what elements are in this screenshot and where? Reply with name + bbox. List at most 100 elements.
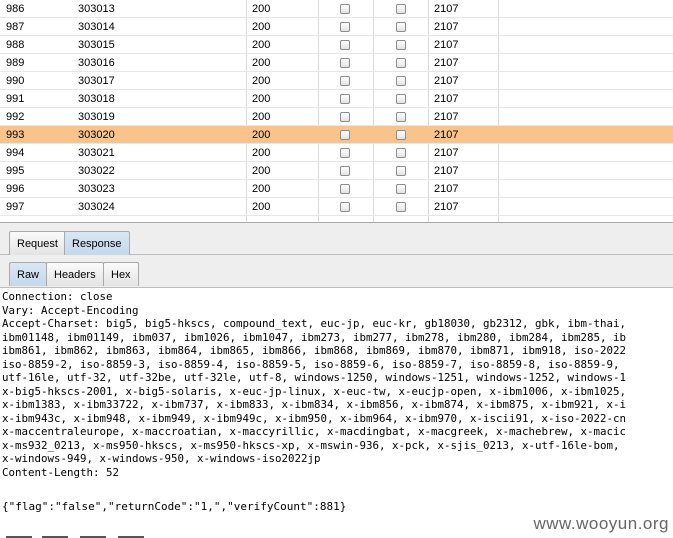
checkbox-icon bbox=[396, 112, 406, 122]
checkbox-icon bbox=[396, 4, 406, 14]
status-cell: 200 bbox=[252, 21, 271, 33]
table-row[interactable]: 997 303024 200 2107 bbox=[0, 198, 673, 216]
checkbox-icon bbox=[340, 202, 350, 212]
payload-cell: 303017 bbox=[78, 75, 115, 87]
length-cell: 2107 bbox=[434, 111, 459, 123]
response-line: x-ibm1383, x-ibm33722, x-ibm737, x-ibm83… bbox=[2, 398, 627, 411]
row-checkbox[interactable] bbox=[340, 202, 350, 220]
checkbox-icon bbox=[340, 166, 350, 176]
results-table: 986 303013 200 2107 987 303014 200 2107 988 30301… bbox=[0, 0, 673, 223]
table-row[interactable]: 992 303019 200 2107 bbox=[0, 108, 673, 126]
tab-raw[interactable]: Raw bbox=[9, 262, 48, 286]
payload-cell: 303022 bbox=[78, 165, 115, 177]
status-cell: 200 bbox=[252, 165, 271, 177]
payload-cell: 303018 bbox=[78, 93, 115, 105]
response-line: x-maccentraleurope, x-maccroatian, x-mac… bbox=[2, 425, 627, 438]
response-line: iso-8859-2, iso-8859-3, iso-8859-4, iso-… bbox=[2, 357, 620, 371]
response-content[interactable]: {"flag":"false","returnCode":"1,","verif… bbox=[0, 289, 673, 538]
request-number: 989 bbox=[6, 57, 25, 69]
length-cell: 2107 bbox=[434, 3, 459, 15]
view-tabs: Raw Headers Hex bbox=[0, 255, 673, 288]
request-number: 996 bbox=[6, 183, 25, 195]
request-number: 992 bbox=[6, 111, 25, 123]
payload-cell: 303021 bbox=[78, 147, 115, 159]
checkbox-icon bbox=[396, 184, 406, 194]
request-number: 990 bbox=[6, 75, 25, 87]
checkbox-icon bbox=[396, 94, 406, 104]
request-number: 993 bbox=[6, 129, 25, 141]
checkbox-icon bbox=[340, 76, 350, 86]
length-cell: 2107 bbox=[434, 39, 459, 51]
request-number: 986 bbox=[6, 3, 25, 15]
checkbox-icon bbox=[340, 112, 350, 122]
payload-cell: 303019 bbox=[78, 111, 115, 123]
status-cell: 200 bbox=[252, 201, 271, 213]
payload-cell: 303013 bbox=[78, 3, 115, 15]
status-cell: 200 bbox=[252, 75, 271, 87]
checkbox-icon bbox=[340, 130, 350, 140]
status-cell: 200 bbox=[252, 3, 271, 15]
response-line: x-ibm943c, x-ibm948, x-ibm949, x-ibm949c… bbox=[2, 411, 627, 425]
response-line: Vary: Accept-Encoding bbox=[2, 303, 139, 317]
checkbox-icon bbox=[340, 22, 350, 32]
payload-cell: 303016 bbox=[78, 57, 115, 69]
message-tabs: Request Response bbox=[0, 223, 673, 255]
payload-cell: 303020 bbox=[78, 129, 115, 141]
checkbox-icon bbox=[396, 130, 406, 140]
response-line: x-big5-hkscs-2001, x-big5-solaris, x-euc… bbox=[2, 384, 627, 398]
table-row[interactable]: 993 303020 200 2107 bbox=[0, 126, 673, 144]
request-number: 995 bbox=[6, 165, 25, 177]
length-cell: 2107 bbox=[434, 147, 459, 159]
length-cell: 2107 bbox=[434, 75, 459, 87]
row-checkbox[interactable] bbox=[396, 202, 406, 220]
length-cell: 2107 bbox=[434, 183, 459, 195]
checkbox-icon bbox=[396, 22, 406, 32]
tab-headers[interactable]: Headers bbox=[46, 262, 104, 286]
response-line: ibm01148, ibm01149, ibm037, ibm1026, ibm… bbox=[2, 330, 627, 344]
response-body: {"flag":"false","returnCode":"1,","verif… bbox=[2, 500, 347, 513]
table-row[interactable]: 994 303021 200 2107 bbox=[0, 144, 673, 162]
checkbox-icon bbox=[396, 166, 406, 176]
payload-cell: 303014 bbox=[78, 21, 115, 33]
length-cell: 2107 bbox=[434, 93, 459, 105]
status-cell: 200 bbox=[252, 39, 271, 51]
tab-request[interactable]: Request bbox=[9, 231, 66, 255]
length-cell: 2107 bbox=[434, 201, 459, 213]
response-line: x-windows-949, x-windows-950, x-windows-… bbox=[2, 452, 321, 465]
table-row[interactable]: 996 303023 200 2107 bbox=[0, 180, 673, 198]
table-row[interactable]: 990 303017 200 2107 bbox=[0, 72, 673, 90]
watermark: www.wooyun.org bbox=[533, 514, 669, 533]
table-row[interactable]: 988 303015 200 2107 bbox=[0, 36, 673, 54]
payload-cell: 303023 bbox=[78, 183, 115, 195]
length-cell: 2107 bbox=[434, 129, 459, 141]
checkbox-icon bbox=[340, 94, 350, 104]
checkbox-icon bbox=[396, 148, 406, 158]
checkbox-icon bbox=[340, 40, 350, 50]
status-cell: 200 bbox=[252, 111, 271, 123]
table-row[interactable]: 989 303016 200 2107 bbox=[0, 54, 673, 72]
response-line: Content-Length: 52 bbox=[2, 465, 120, 479]
response-line: Accept-Charset: big5, big5-hkscs, compou… bbox=[2, 317, 627, 330]
status-cell: 200 bbox=[252, 147, 271, 159]
tab-response[interactable]: Response bbox=[64, 231, 130, 255]
payload-cell: 303015 bbox=[78, 39, 115, 51]
response-line: utf-16le, utf-32, utf-32be, utf-32le, ut… bbox=[2, 371, 627, 384]
table-row[interactable]: 991 303018 200 2107 bbox=[0, 90, 673, 108]
table-row[interactable]: 987 303014 200 2107 bbox=[0, 18, 673, 36]
status-cell: 200 bbox=[252, 129, 271, 141]
tab-hex[interactable]: Hex bbox=[103, 262, 139, 286]
request-number: 991 bbox=[6, 93, 25, 105]
request-number: 997 bbox=[6, 201, 25, 213]
status-cell: 200 bbox=[252, 57, 271, 69]
table-row[interactable]: 986 303013 200 2107 bbox=[0, 0, 673, 18]
status-cell: 200 bbox=[252, 183, 271, 195]
checkbox-icon bbox=[396, 58, 406, 68]
checkbox-icon bbox=[396, 76, 406, 86]
table-row[interactable]: 995 303022 200 2107 bbox=[0, 162, 673, 180]
checkbox-icon bbox=[340, 58, 350, 68]
checkbox-icon bbox=[396, 202, 406, 212]
checkbox-icon bbox=[396, 40, 406, 50]
payload-cell: 303024 bbox=[78, 201, 115, 213]
request-number: 988 bbox=[6, 39, 25, 51]
checkbox-icon bbox=[340, 148, 350, 158]
